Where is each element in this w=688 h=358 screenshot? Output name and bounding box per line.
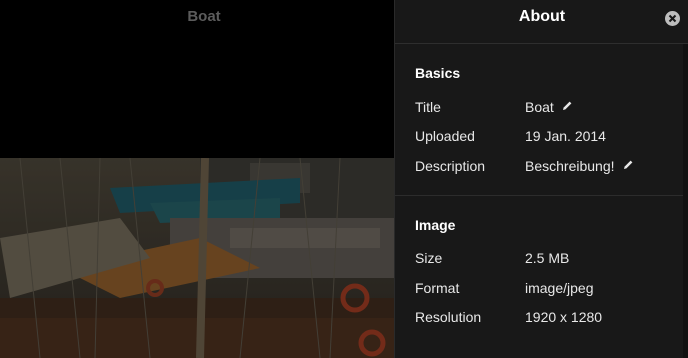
image-section: Image Size 2.5 MB Format image/jpeg Reso… <box>395 196 688 333</box>
info-row-resolution: Resolution 1920 x 1280 <box>415 303 669 333</box>
row-value: Boat <box>525 99 573 115</box>
description-value: Beschreibung! <box>525 157 615 174</box>
row-label: Format <box>415 279 460 296</box>
panel-header: About <box>395 0 688 44</box>
row-label: Resolution <box>415 309 482 326</box>
about-panel: About Basics Title Boat Uploaded 19 Jan.… <box>394 0 688 358</box>
row-label: Title <box>415 98 441 115</box>
photo-image <box>0 158 394 358</box>
section-heading-image: Image <box>415 216 456 233</box>
basics-section: Basics Title Boat Uploaded 19 Jan. 2014 … <box>395 44 688 181</box>
section-heading-basics: Basics <box>415 65 461 81</box>
viewer-title: Boat <box>187 8 221 25</box>
close-circle-icon[interactable] <box>665 11 680 26</box>
format-value: image/jpeg <box>525 279 594 296</box>
row-label: Size <box>415 250 443 267</box>
pencil-icon[interactable] <box>622 158 634 174</box>
row-label: Uploaded <box>415 128 475 145</box>
panel-title: About <box>518 8 566 25</box>
info-row-description: Description Beschreibung! <box>415 151 669 181</box>
info-row-format: Format image/jpeg <box>415 273 669 303</box>
size-value: 2.5 MB <box>525 250 570 267</box>
resolution-value: 1920 x 1280 <box>525 309 603 326</box>
row-value: Beschreibung! <box>525 158 634 174</box>
info-row-uploaded: Uploaded 19 Jan. 2014 <box>415 122 669 152</box>
uploaded-value: 19 Jan. 2014 <box>525 128 606 145</box>
pencil-icon[interactable] <box>561 99 573 115</box>
image-viewer: Boat <box>0 0 394 358</box>
title-value: Boat <box>525 98 554 115</box>
info-row-size: Size 2.5 MB <box>415 244 669 274</box>
info-row-title: Title Boat <box>415 92 669 122</box>
row-label: Description <box>415 157 486 174</box>
boat-photo[interactable] <box>0 158 394 358</box>
